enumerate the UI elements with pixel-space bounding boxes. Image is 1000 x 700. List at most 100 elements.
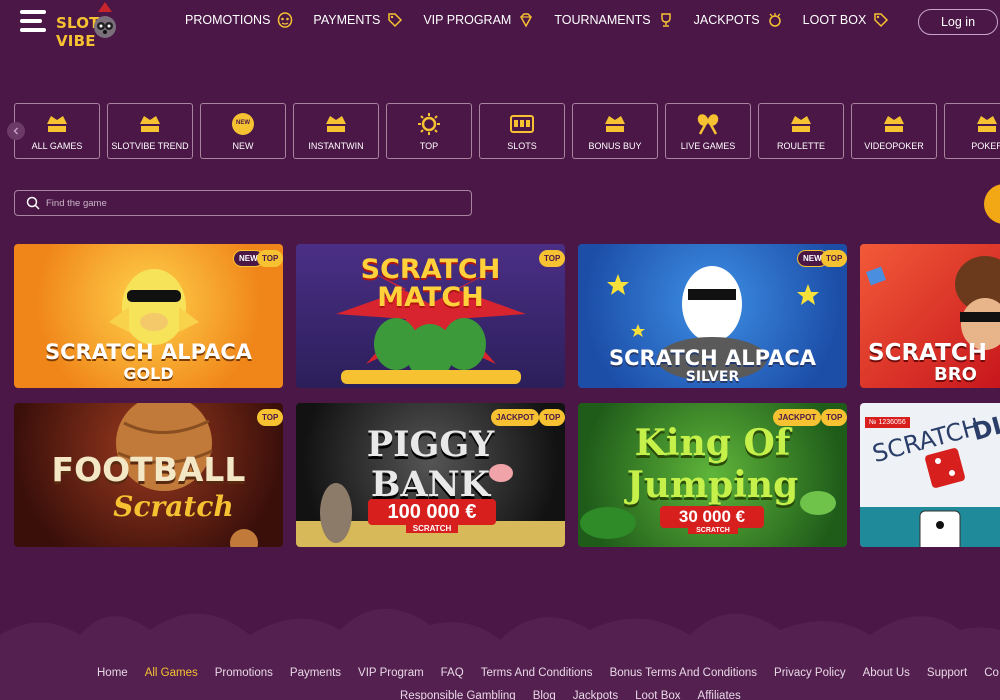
- prize-subtitle: SCRATCH: [406, 524, 458, 533]
- raccoon-mascot-icon: [94, 2, 116, 38]
- game-card-piggy-bank[interactable]: PIGGY BANK 100 000 € SCRATCH JACKPOT TOP: [296, 403, 565, 547]
- cards-icon: [47, 116, 67, 132]
- prize-subtitle: SCRATCH: [688, 527, 738, 534]
- footer-link-bonus-terms[interactable]: Bonus Terms And Conditions: [610, 667, 757, 679]
- nav-label: TOURNAMENTS: [554, 13, 651, 27]
- footer-link-loot-box[interactable]: Loot Box: [635, 690, 680, 700]
- cards-icon: [326, 116, 346, 132]
- footer-link-jackpots[interactable]: Jackpots: [573, 690, 618, 700]
- jackpot-icon: [768, 13, 781, 27]
- maracas-icon: [697, 114, 719, 135]
- category-roulette[interactable]: ROULETTE: [758, 103, 844, 159]
- game-card-football-scratch[interactable]: FOOTBALL Scratch TOP: [14, 403, 283, 547]
- support-chat-button[interactable]: [984, 184, 1000, 224]
- nav-label: PAYMENTS: [313, 13, 381, 27]
- category-label: INSTANTWIN: [308, 141, 364, 151]
- nav-jackpots[interactable]: JACKPOTS: [694, 12, 783, 28]
- jackpot-prize: 30 000 €: [660, 506, 764, 528]
- category-slots[interactable]: SLOTS: [479, 103, 565, 159]
- game-title: SCRATCH ALPACA: [45, 340, 252, 364]
- game-title: PIGGY: [366, 424, 495, 465]
- new-icon-text: NEW: [236, 120, 250, 126]
- top-badge: TOP: [257, 250, 283, 267]
- trophy-icon: [660, 13, 671, 27]
- footer-link-promotions[interactable]: Promotions: [215, 667, 273, 679]
- top-badge: TOP: [257, 409, 283, 426]
- footer-link-responsible-gambling[interactable]: Responsible Gambling: [400, 690, 516, 700]
- tag-icon: [874, 13, 889, 28]
- top-badge: TOP: [821, 250, 847, 267]
- game-card-scratch-bro[interactable]: SCRATCH BRO: [860, 244, 1000, 388]
- category-label: LIVE GAMES: [680, 141, 736, 151]
- game-title: King Of: [634, 422, 791, 464]
- game-card-king-of-jumping[interactable]: King Of Jumping 30 000 € SCRATCH JACKPOT…: [578, 403, 847, 547]
- search-input[interactable]: [46, 194, 456, 212]
- nav-label: LOOT BOX: [802, 13, 867, 27]
- cards-icon: [977, 116, 997, 132]
- category-new[interactable]: NEW NEW: [200, 103, 286, 159]
- category-label: POKER: [971, 141, 1000, 151]
- category-top[interactable]: TOP: [386, 103, 472, 159]
- sun-icon: [418, 113, 440, 135]
- gem-icon: [520, 13, 533, 28]
- footer-link-vip-program[interactable]: VIP Program: [358, 667, 424, 679]
- game-card-scratch-alpaca-silver[interactable]: SCRATCH ALPACA SILVER NEW TOP: [578, 244, 847, 388]
- footer-link-affiliates[interactable]: Affiliates: [698, 690, 741, 700]
- nav-promotions[interactable]: PROMOTIONS: [185, 12, 293, 28]
- menu-icon[interactable]: [20, 10, 46, 32]
- footer-links-row1: Home All Games Promotions Payments VIP P…: [97, 667, 1000, 679]
- top-badge: TOP: [821, 409, 847, 426]
- nav-tournaments[interactable]: TOURNAMENTS: [554, 12, 673, 28]
- category-instantwin[interactable]: INSTANTWIN: [293, 103, 379, 159]
- header: SLOTVIBE PROMOTIONS PAYMENTS VIP PROGRAM…: [0, 0, 1000, 50]
- footer-link-privacy-policy[interactable]: Privacy Policy: [774, 667, 846, 679]
- top-badge: TOP: [539, 250, 565, 267]
- main-nav: PROMOTIONS PAYMENTS VIP PROGRAM TOURNAME…: [185, 12, 909, 28]
- jackpot-prize: 100 000 €: [368, 499, 496, 525]
- category-videopoker[interactable]: VIDEOPOKER: [851, 103, 937, 159]
- category-live-games[interactable]: LIVE GAMES: [665, 103, 751, 159]
- game-subtitle: BANK: [370, 464, 491, 505]
- nav-payments[interactable]: PAYMENTS: [313, 12, 403, 28]
- nav-loot-box[interactable]: LOOT BOX: [803, 12, 890, 28]
- footer-link-blog[interactable]: Blog: [533, 690, 556, 700]
- chevron-left-icon: [13, 127, 18, 135]
- logo[interactable]: SLOTVIBE: [56, 2, 152, 50]
- mask-icon: [278, 12, 293, 28]
- cards-icon: [884, 116, 904, 132]
- footer-links-row2: Responsible Gambling Blog Jackpots Loot …: [400, 690, 758, 700]
- tag-icon: [388, 13, 403, 28]
- footer-link-contacts[interactable]: Co: [984, 667, 999, 679]
- jackpot-badge: JACKPOT: [491, 409, 540, 426]
- footer-link-about-us[interactable]: About Us: [863, 667, 910, 679]
- game-card-scratch-dice[interactable]: № 1236056 SCRATCH DI: [860, 403, 1000, 547]
- game-subtitle: GOLD: [123, 364, 174, 383]
- scroll-left-button[interactable]: [7, 122, 25, 140]
- game-subtitle: SILVER: [685, 369, 740, 385]
- category-label: VIDEOPOKER: [864, 141, 924, 151]
- search-box: [14, 190, 472, 216]
- category-slotvibe-trend[interactable]: SLOTVIBE TREND: [107, 103, 193, 159]
- game-subtitle: Jumping: [626, 464, 799, 506]
- footer-link-faq[interactable]: FAQ: [441, 667, 464, 679]
- game-subtitle: MATCH: [377, 282, 484, 313]
- game-title: FOOTBALL: [51, 450, 246, 489]
- category-label: ALL GAMES: [31, 141, 83, 151]
- game-card-scratch-alpaca-gold[interactable]: SCRATCH ALPACA GOLD NEW TOP: [14, 244, 283, 388]
- footer-link-terms[interactable]: Terms And Conditions: [481, 667, 593, 679]
- footer-link-support[interactable]: Support: [927, 667, 967, 679]
- game-card-scratch-match[interactable]: SCRATCH MATCH TOP: [296, 244, 565, 388]
- category-bonus-buy[interactable]: BONUS BUY: [572, 103, 658, 159]
- footer-link-all-games[interactable]: All Games: [145, 667, 198, 679]
- category-label: BONUS BUY: [588, 141, 642, 151]
- category-all-games[interactable]: ALL GAMES: [14, 103, 100, 159]
- top-badge: TOP: [539, 409, 565, 426]
- nav-vip-program[interactable]: VIP PROGRAM: [423, 12, 534, 28]
- footer-link-payments[interactable]: Payments: [290, 667, 341, 679]
- footer-link-home[interactable]: Home: [97, 667, 128, 679]
- category-label: NEW: [232, 141, 254, 151]
- category-poker[interactable]: POKER: [944, 103, 1000, 159]
- login-button[interactable]: Log in: [918, 9, 998, 35]
- category-strip: ALL GAMES SLOTVIBE TREND NEW NEW INSTANT…: [14, 103, 1000, 159]
- game-subtitle: BRO: [934, 364, 977, 385]
